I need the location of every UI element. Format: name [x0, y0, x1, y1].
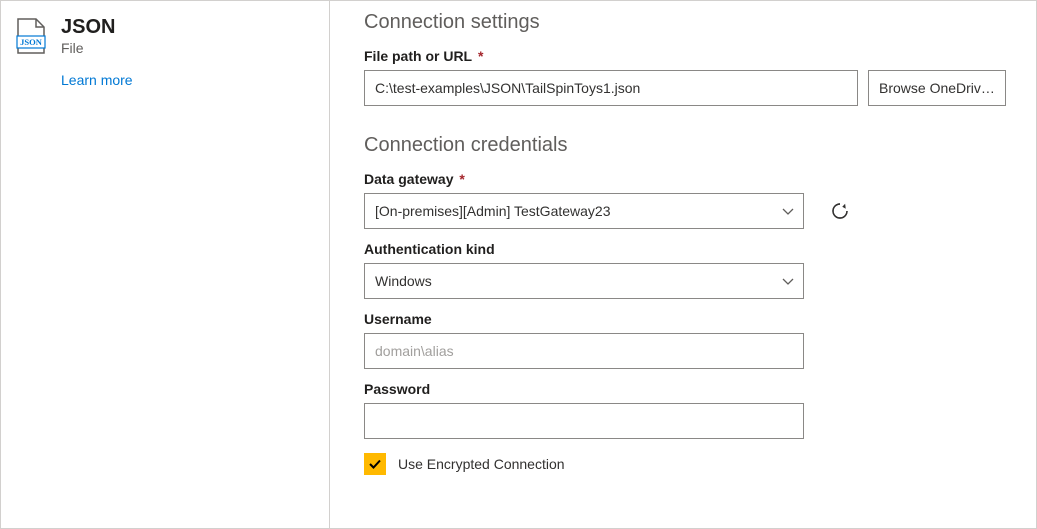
- connection-settings-heading: Connection settings: [364, 11, 1006, 34]
- connection-credentials-heading: Connection credentials: [364, 134, 1006, 157]
- auth-kind-label: Authentication kind: [364, 241, 1006, 257]
- refresh-gateway-button[interactable]: [826, 197, 854, 225]
- connector-header: JSON JSON File: [15, 15, 309, 56]
- gateway-label: Data gateway *: [364, 171, 1006, 187]
- refresh-icon: [830, 201, 850, 221]
- right-panel: Connection settings File path or URL * B…: [330, 1, 1036, 528]
- left-panel: JSON JSON File Learn more: [1, 1, 330, 528]
- learn-more-link[interactable]: Learn more: [61, 72, 309, 88]
- check-icon: [368, 457, 382, 471]
- password-input[interactable]: [364, 403, 804, 439]
- auth-kind-select[interactable]: Windows: [364, 263, 804, 299]
- required-asterisk: *: [474, 48, 483, 64]
- encrypted-connection-checkbox[interactable]: [364, 453, 386, 475]
- connector-title: JSON: [61, 15, 115, 39]
- username-label: Username: [364, 311, 1006, 327]
- connector-subtitle: File: [61, 40, 115, 56]
- gateway-select[interactable]: [On-premises][Admin] TestGateway23: [364, 193, 804, 229]
- encrypted-connection-label: Use Encrypted Connection: [398, 456, 565, 472]
- browse-onedrive-button[interactable]: Browse OneDrive...: [868, 70, 1006, 106]
- file-path-input[interactable]: [364, 70, 858, 106]
- username-input[interactable]: [364, 333, 804, 369]
- gateway-label-text: Data gateway: [364, 171, 453, 187]
- gateway-selected-value: [On-premises][Admin] TestGateway23: [375, 203, 611, 219]
- chevron-down-icon: [781, 204, 795, 218]
- chevron-down-icon: [781, 274, 795, 288]
- required-asterisk: *: [455, 171, 464, 187]
- auth-kind-selected-value: Windows: [375, 273, 432, 289]
- file-path-label-text: File path or URL: [364, 48, 472, 64]
- json-file-icon: JSON: [15, 18, 47, 54]
- file-path-label: File path or URL *: [364, 48, 1006, 64]
- svg-text:JSON: JSON: [20, 37, 43, 47]
- password-label: Password: [364, 381, 1006, 397]
